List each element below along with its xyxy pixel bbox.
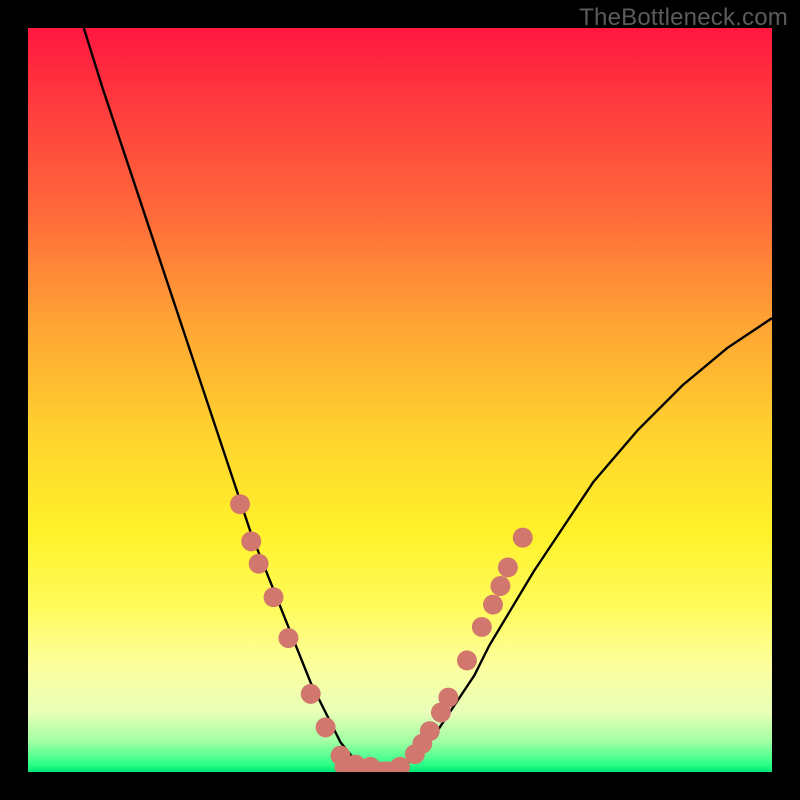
- data-marker: [278, 628, 298, 648]
- data-marker: [249, 554, 269, 574]
- data-marker: [513, 528, 533, 548]
- data-marker: [457, 650, 477, 670]
- markers-left: [230, 494, 380, 772]
- data-marker: [438, 688, 458, 708]
- data-marker: [241, 531, 261, 551]
- data-marker: [498, 557, 518, 577]
- data-marker: [230, 494, 250, 514]
- data-marker: [264, 587, 284, 607]
- outer-frame: TheBottleneck.com: [0, 0, 800, 800]
- data-marker: [472, 617, 492, 637]
- series-left-curve: [84, 28, 370, 768]
- data-marker: [316, 717, 336, 737]
- data-marker: [490, 576, 510, 596]
- data-marker: [301, 684, 321, 704]
- chart-svg: [28, 28, 772, 772]
- markers-right: [390, 528, 533, 772]
- plot-area: [28, 28, 772, 772]
- data-marker: [420, 721, 440, 741]
- data-marker: [483, 595, 503, 615]
- left-curve-path: [84, 28, 370, 768]
